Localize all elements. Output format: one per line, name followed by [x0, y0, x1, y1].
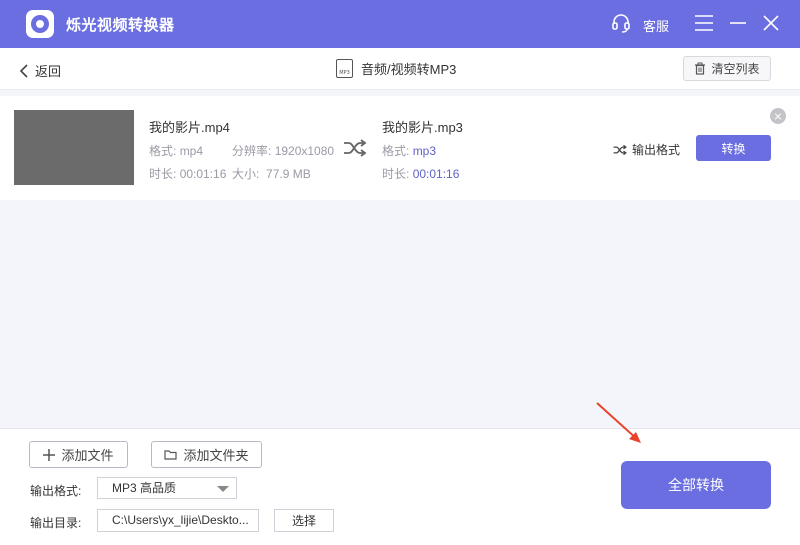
back-button[interactable]: 返回 [20, 61, 61, 80]
target-duration: 时长: 00:01:16 [382, 167, 460, 181]
source-format: 格式: mp4 [149, 144, 204, 158]
output-format-value: MP3 高品质 [112, 481, 177, 495]
shuffle-icon [344, 139, 367, 157]
page-title: 音频/视频转MP3 [336, 59, 456, 78]
file-list-item: 我的影片.mp4 格式: mp4 分辨率: 1920x1080 时长: 00:0… [0, 96, 800, 200]
trash-icon [695, 62, 706, 75]
source-size: 大小: 77.9 MB [232, 167, 311, 181]
add-file-label: 添加文件 [61, 448, 114, 463]
output-format-label: 输出格式 [632, 143, 681, 157]
service-label[interactable]: 客服 [643, 16, 669, 35]
shuffle-icon [613, 144, 627, 155]
close-icon[interactable] [762, 14, 780, 32]
menu-icon[interactable] [694, 14, 714, 32]
page-title-text: 音频/视频转MP3 [361, 62, 457, 77]
output-format-button[interactable]: 输出格式 [613, 141, 680, 158]
target-file-name: 我的影片.mp3 [382, 120, 463, 135]
source-duration: 时长: 00:01:16 [149, 167, 227, 181]
video-thumbnail [14, 110, 134, 185]
output-dir-field-label: 输出目录: [30, 516, 82, 530]
folder-icon [164, 450, 178, 460]
app-logo-icon [26, 10, 54, 38]
annotation-arrow-icon [596, 402, 641, 443]
headset-icon[interactable] [611, 13, 631, 33]
add-folder-label: 添加文件夹 [183, 448, 249, 463]
minimize-icon[interactable] [729, 14, 747, 32]
target-format: 格式: mp3 [382, 144, 437, 158]
toolbar: 返回 音频/视频转MP3 清空列表 [0, 48, 800, 90]
convert-all-button[interactable]: 全部转换 [621, 461, 771, 509]
remove-file-icon[interactable] [770, 108, 786, 124]
chevron-left-icon [20, 63, 28, 78]
back-label: 返回 [35, 64, 62, 79]
choose-dir-button[interactable]: 选择 [274, 509, 334, 532]
app-title: 烁光视频转换器 [66, 17, 175, 34]
output-dir-input[interactable]: C:\Users\yx_lijie\Deskto... [97, 509, 259, 532]
chevron-down-icon [217, 486, 229, 492]
add-file-button[interactable]: 添加文件 [29, 441, 128, 468]
output-format-select[interactable]: MP3 高品质 [97, 477, 237, 499]
plus-icon [43, 448, 56, 461]
clear-list-button[interactable]: 清空列表 [683, 56, 771, 81]
source-resolution: 分辨率: 1920x1080 [232, 144, 335, 158]
source-file-name: 我的影片.mp4 [149, 120, 230, 135]
title-bar: 烁光视频转换器 客服 [0, 0, 800, 48]
bottom-panel: 添加文件 添加文件夹 输出格式: MP3 高品质 输出目录: C:\Users\… [0, 428, 800, 545]
clear-list-label: 清空列表 [711, 62, 760, 76]
add-folder-button[interactable]: 添加文件夹 [151, 441, 262, 468]
mp3-file-icon [336, 59, 353, 78]
convert-button[interactable]: 转换 [696, 135, 771, 161]
output-format-field-label: 输出格式: [30, 484, 82, 498]
